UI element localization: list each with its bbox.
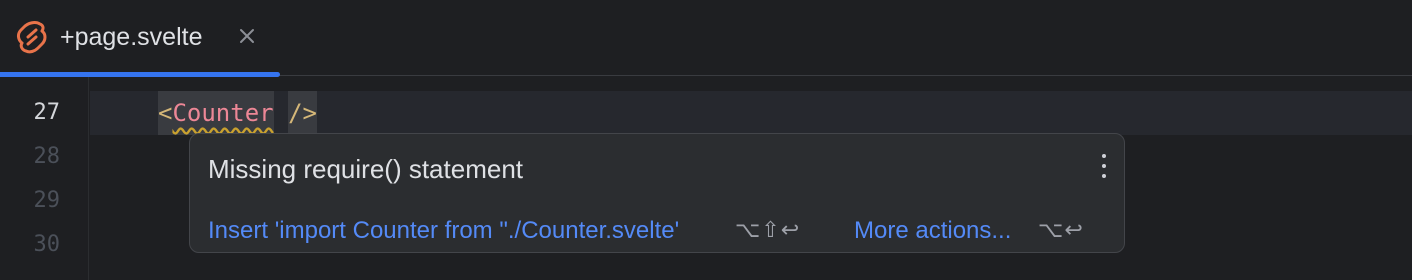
component-tag-name[interactable]: Counter	[172, 91, 274, 135]
tag-close-bracket: />	[288, 91, 317, 135]
more-vertical-icon[interactable]	[1100, 154, 1108, 180]
more-actions-link[interactable]: More actions...	[854, 217, 1011, 245]
popup-title: Missing require() statement	[208, 154, 523, 184]
tab-label: +page.svelte	[60, 23, 203, 51]
quick-fix-popup: Missing require() statement Insert 'impo…	[189, 133, 1125, 253]
line-number: 27	[33, 100, 61, 125]
tab-page-svelte[interactable]: +page.svelte	[0, 0, 280, 77]
tag-open-bracket: <	[158, 91, 173, 135]
editor-tab-bar: +page.svelte	[0, 0, 1412, 77]
code-line[interactable]: < Counter />	[158, 91, 317, 135]
line-number: 30	[33, 232, 61, 257]
line-number-gutter: 27 28 29 30	[0, 77, 89, 280]
more-actions-shortcut: ⌥↩	[1038, 218, 1084, 243]
line-number: 29	[33, 188, 61, 213]
close-icon[interactable]	[236, 25, 258, 47]
svelte-icon	[17, 21, 47, 54]
line-number: 28	[33, 144, 61, 169]
insert-import-action[interactable]: Insert 'import Counter from "./Counter.s…	[208, 217, 679, 245]
insert-import-shortcut: ⌥⇧↩	[735, 218, 801, 243]
